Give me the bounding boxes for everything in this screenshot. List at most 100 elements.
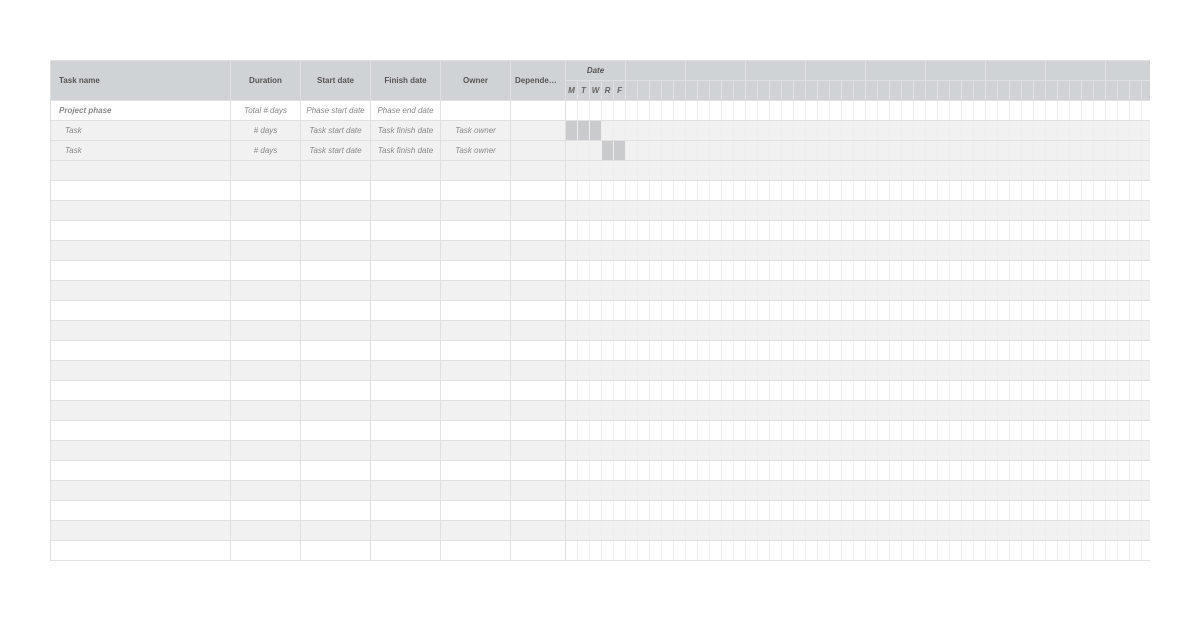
gantt-cell[interactable] (1118, 521, 1130, 541)
gantt-cell[interactable] (710, 321, 722, 341)
gantt-cell[interactable] (842, 441, 854, 461)
gantt-cell[interactable] (962, 421, 974, 441)
gantt-cell[interactable] (638, 241, 650, 261)
gantt-cell[interactable] (626, 241, 638, 261)
gantt-cell[interactable] (902, 421, 914, 441)
gantt-cell[interactable] (938, 241, 950, 261)
gantt-cell[interactable] (1106, 281, 1118, 301)
gantt-cell[interactable] (566, 181, 578, 201)
gantt-cell[interactable] (1070, 361, 1082, 381)
gantt-cell[interactable] (722, 381, 734, 401)
gantt-cell[interactable] (842, 481, 854, 501)
empty-cell[interactable] (231, 401, 301, 421)
gantt-cell[interactable] (614, 281, 626, 301)
gantt-cell[interactable] (938, 421, 950, 441)
gantt-cell[interactable] (1094, 361, 1106, 381)
gantt-cell[interactable] (950, 161, 962, 181)
gantt-cell[interactable] (986, 301, 998, 321)
gantt-cell[interactable] (770, 101, 782, 121)
gantt-cell[interactable] (650, 281, 662, 301)
gantt-cell[interactable] (914, 381, 926, 401)
gantt-cell[interactable] (806, 441, 818, 461)
gantt-cell[interactable] (1142, 281, 1150, 301)
gantt-cell[interactable] (770, 221, 782, 241)
gantt-cell[interactable] (1010, 221, 1022, 241)
gantt-cell[interactable] (578, 441, 590, 461)
gantt-bar-cell[interactable] (578, 121, 590, 141)
empty-row[interactable] (51, 381, 1151, 401)
gantt-cell[interactable] (962, 461, 974, 481)
empty-cell[interactable] (301, 341, 371, 361)
empty-cell[interactable] (51, 521, 231, 541)
gantt-cell[interactable] (1106, 161, 1118, 181)
empty-cell[interactable] (231, 201, 301, 221)
gantt-cell[interactable] (806, 101, 818, 121)
empty-cell[interactable] (51, 341, 231, 361)
gantt-cell[interactable] (902, 121, 914, 141)
gantt-cell[interactable] (842, 401, 854, 421)
gantt-cell[interactable] (638, 181, 650, 201)
gantt-cell[interactable] (938, 161, 950, 181)
gantt-cell[interactable] (590, 501, 602, 521)
gantt-cell[interactable] (962, 481, 974, 501)
gantt-cell[interactable] (890, 281, 902, 301)
gantt-cell[interactable] (614, 421, 626, 441)
empty-cell[interactable] (301, 221, 371, 241)
gantt-cell[interactable] (722, 301, 734, 321)
gantt-cell[interactable] (698, 261, 710, 281)
gantt-cell[interactable] (998, 281, 1010, 301)
empty-cell[interactable] (301, 161, 371, 181)
gantt-cell[interactable] (866, 241, 878, 261)
gantt-cell[interactable] (734, 161, 746, 181)
gantt-cell[interactable] (1118, 121, 1130, 141)
gantt-cell[interactable] (926, 241, 938, 261)
gantt-cell[interactable] (1070, 161, 1082, 181)
gantt-cell[interactable] (662, 221, 674, 241)
gantt-cell[interactable] (962, 221, 974, 241)
gantt-cell[interactable] (1142, 201, 1150, 221)
empty-cell[interactable] (301, 461, 371, 481)
gantt-cell[interactable] (842, 281, 854, 301)
gantt-cell[interactable] (842, 201, 854, 221)
gantt-cell[interactable] (722, 181, 734, 201)
gantt-cell[interactable] (1022, 501, 1034, 521)
gantt-cell[interactable] (662, 401, 674, 421)
gantt-cell[interactable] (758, 181, 770, 201)
gantt-cell[interactable] (1070, 441, 1082, 461)
gantt-cell[interactable] (698, 141, 710, 161)
gantt-cell[interactable] (614, 361, 626, 381)
gantt-cell[interactable] (650, 261, 662, 281)
gantt-cell[interactable] (818, 521, 830, 541)
gantt-cell[interactable] (962, 281, 974, 301)
empty-cell[interactable] (51, 481, 231, 501)
gantt-cell[interactable] (818, 221, 830, 241)
gantt-cell[interactable] (914, 341, 926, 361)
gantt-cell[interactable] (1142, 341, 1150, 361)
gantt-cell[interactable] (902, 141, 914, 161)
gantt-cell[interactable] (1118, 441, 1130, 461)
gantt-cell[interactable] (734, 281, 746, 301)
gantt-cell[interactable] (878, 201, 890, 221)
gantt-cell[interactable] (734, 101, 746, 121)
gantt-cell[interactable] (734, 541, 746, 561)
gantt-cell[interactable] (1082, 501, 1094, 521)
gantt-cell[interactable] (566, 321, 578, 341)
gantt-cell[interactable] (854, 481, 866, 501)
gantt-cell[interactable] (1082, 381, 1094, 401)
gantt-cell[interactable] (1010, 141, 1022, 161)
empty-cell[interactable] (441, 541, 511, 561)
gantt-cell[interactable] (710, 461, 722, 481)
gantt-cell[interactable] (686, 361, 698, 381)
gantt-cell[interactable] (1034, 501, 1046, 521)
gantt-cell[interactable] (1034, 541, 1046, 561)
gantt-cell[interactable] (830, 441, 842, 461)
empty-row[interactable] (51, 401, 1151, 421)
gantt-cell[interactable] (878, 161, 890, 181)
gantt-cell[interactable] (770, 361, 782, 381)
gantt-cell[interactable] (1094, 181, 1106, 201)
gantt-cell[interactable] (950, 181, 962, 201)
gantt-cell[interactable] (722, 421, 734, 441)
gantt-cell[interactable] (1142, 241, 1150, 261)
gantt-cell[interactable] (902, 501, 914, 521)
gantt-cell[interactable] (890, 341, 902, 361)
